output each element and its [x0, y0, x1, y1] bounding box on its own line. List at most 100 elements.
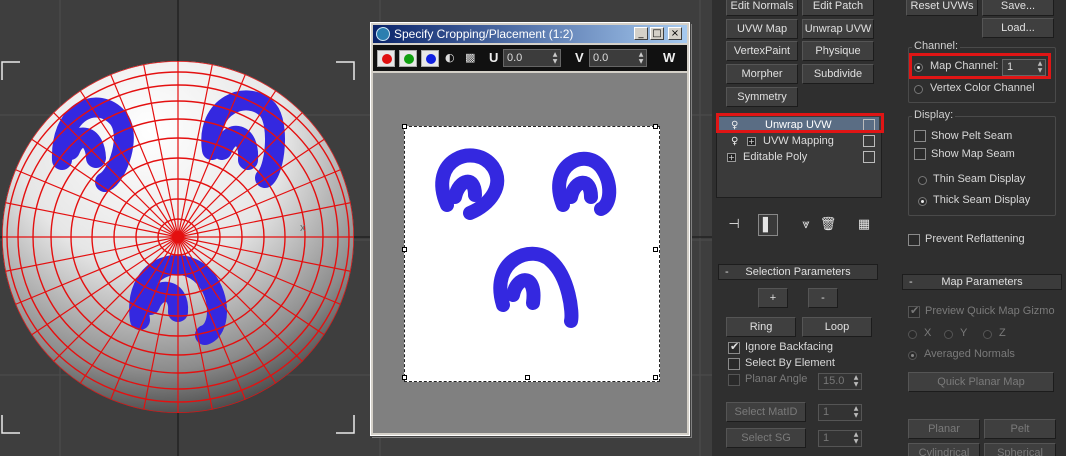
- modifier-button-physique[interactable]: Physique: [802, 41, 874, 61]
- u-spinner[interactable]: 0.0 ▲ ▼: [503, 49, 561, 67]
- quick-planar-map-button[interactable]: Quick Planar Map: [908, 372, 1054, 392]
- dialog-toolbar: ◐ ▩ U 0.0 ▲ ▼ V 0.0 ▲ ▼ W: [373, 45, 687, 71]
- v-spinner[interactable]: 0.0 ▲ ▼: [589, 49, 647, 67]
- crop-handle[interactable]: [402, 124, 407, 129]
- make-unique-icon[interactable]: ⩔: [796, 214, 816, 236]
- green-channel-button[interactable]: [399, 50, 417, 67]
- red-dot-icon: [382, 54, 392, 64]
- select-sg-button[interactable]: Select SG: [726, 428, 806, 448]
- lightbulb-icon[interactable]: ♀: [731, 118, 738, 134]
- crop-handle[interactable]: [653, 124, 658, 129]
- show-pelt-seam-checkbox[interactable]: [914, 130, 926, 142]
- texture-image[interactable]: [402, 124, 660, 382]
- axis-y-radio[interactable]: [944, 330, 953, 339]
- modifier-button-uvw-map[interactable]: UVW Map: [726, 19, 798, 39]
- minimize-button[interactable]: _: [634, 27, 648, 40]
- stack-item-label: UVW Mapping: [763, 135, 834, 147]
- spinner-arrows-icon[interactable]: ▲ ▼: [852, 405, 860, 419]
- ignore-backfacing-checkbox[interactable]: [728, 340, 740, 354]
- show-end-result-icon[interactable]: ▌: [758, 214, 778, 236]
- stack-item-uvw-mapping[interactable]: ♀ + UVW Mapping: [719, 133, 879, 149]
- configure-modifier-sets-icon[interactable]: ▦: [854, 214, 874, 236]
- expand-icon[interactable]: +: [747, 137, 756, 146]
- shrink-selection-button[interactable]: -: [808, 288, 838, 308]
- remove-modifier-icon[interactable]: 🗑: [818, 214, 838, 236]
- axis-z-radio[interactable]: [983, 330, 992, 339]
- thin-seam-radio[interactable]: [918, 176, 927, 185]
- blue-channel-button[interactable]: [421, 50, 439, 67]
- modifier-button-subdivide[interactable]: Subdivide: [802, 64, 874, 84]
- thick-seam-radio[interactable]: [918, 197, 927, 206]
- alpha-toggle-icon[interactable]: ▩: [465, 52, 475, 64]
- spinner-arrows-icon[interactable]: ▲ ▼: [852, 431, 860, 445]
- select-by-element-checkbox[interactable]: [728, 358, 740, 370]
- app-icon: [376, 27, 390, 41]
- map-channel-radio[interactable]: [914, 63, 923, 72]
- selection-parameters-rollout[interactable]: - Selection Parameters: [718, 264, 878, 280]
- preview-quick-map-gizmo-checkbox[interactable]: [908, 304, 920, 318]
- w-label: W: [663, 50, 676, 65]
- map-parameters-rollout[interactable]: - Map Parameters: [902, 274, 1062, 290]
- stack-item-checkbox[interactable]: [863, 119, 875, 131]
- planar-button[interactable]: Planar: [908, 419, 980, 439]
- stack-item-checkbox[interactable]: [863, 135, 875, 147]
- lightbulb-icon[interactable]: ♀: [731, 134, 738, 150]
- expand-icon[interactable]: +: [727, 153, 736, 162]
- modifier-button-vertexpaint[interactable]: VertexPaint: [726, 41, 798, 61]
- spinner-arrows-icon[interactable]: ▲ ▼: [551, 51, 559, 65]
- blue-dot-icon: [426, 54, 436, 64]
- stroke-1b: [448, 174, 482, 204]
- modifier-button-morpher[interactable]: Morpher: [726, 64, 798, 84]
- crop-handle[interactable]: [402, 375, 407, 380]
- spherical-button[interactable]: Spherical: [984, 443, 1056, 456]
- stack-item-editable-poly[interactable]: + Editable Poly: [719, 149, 879, 165]
- spinner-arrows-icon[interactable]: ▲ ▼: [1036, 60, 1044, 74]
- channel-group-label: Channel:: [912, 40, 961, 52]
- show-map-seam-checkbox[interactable]: [914, 148, 926, 160]
- vertex-color-channel-radio[interactable]: [914, 85, 923, 94]
- prevent-reflattening-checkbox[interactable]: [908, 234, 920, 246]
- select-matid-button[interactable]: Select MatID: [726, 402, 806, 422]
- pin-stack-icon[interactable]: ⊣: [724, 214, 744, 236]
- loop-button[interactable]: Loop: [802, 317, 872, 337]
- select-sg-spinner[interactable]: 1 ▲ ▼: [818, 430, 862, 447]
- map-channel-spinner[interactable]: 1 ▲ ▼: [1002, 59, 1046, 76]
- rollout-collapse-icon[interactable]: -: [725, 265, 729, 279]
- modifier-button-edit-patch[interactable]: Edit Patch: [802, 0, 874, 16]
- select-matid-spinner[interactable]: 1 ▲ ▼: [818, 404, 862, 421]
- crop-handle[interactable]: [653, 375, 658, 380]
- modifier-stack: ♀ Unwrap UVW ♀ + UVW Mapping + Editable …: [716, 114, 882, 198]
- averaged-normals-radio[interactable]: [908, 351, 917, 360]
- crop-handle[interactable]: [402, 247, 407, 252]
- modifier-button-edit-normals[interactable]: Edit Normals: [726, 0, 798, 16]
- ring-button[interactable]: Ring: [726, 317, 796, 337]
- stack-item-unwrap-uvw[interactable]: ♀ Unwrap UVW: [719, 117, 879, 133]
- planar-angle-checkbox[interactable]: [728, 374, 740, 386]
- mono-toggle-icon[interactable]: ◐: [445, 52, 455, 64]
- planar-angle-label: Planar Angle: [745, 373, 808, 385]
- grow-selection-button[interactable]: +: [758, 288, 788, 308]
- axis-x-radio[interactable]: [908, 330, 917, 339]
- crop-handle[interactable]: [653, 247, 658, 252]
- spinner-arrows-icon[interactable]: ▲ ▼: [852, 374, 860, 388]
- stack-item-checkbox[interactable]: [863, 151, 875, 163]
- axis-z-label: Z: [999, 327, 1006, 339]
- modifier-button-unwrap-uvw[interactable]: Unwrap UVW: [802, 19, 874, 39]
- reset-uvws-button[interactable]: Reset UVWs: [906, 0, 978, 16]
- show-pelt-seam-label: Show Pelt Seam: [931, 130, 1013, 142]
- save-button[interactable]: Save...: [982, 0, 1054, 16]
- preview-quick-map-gizmo-label: Preview Quick Map Gizmo: [925, 305, 1055, 317]
- select-by-element-label: Select By Element: [745, 357, 835, 369]
- planar-angle-spinner[interactable]: 15.0 ▲ ▼: [818, 373, 862, 390]
- pelt-button[interactable]: Pelt: [984, 419, 1056, 439]
- spinner-arrows-icon[interactable]: ▲ ▼: [637, 51, 645, 65]
- red-channel-button[interactable]: [377, 50, 395, 67]
- rollout-collapse-icon[interactable]: -: [909, 275, 913, 289]
- maximize-button[interactable]: □: [650, 27, 664, 40]
- close-button[interactable]: ×: [668, 27, 682, 40]
- crop-handle[interactable]: [525, 375, 530, 380]
- cylindrical-button[interactable]: Cylindrical: [908, 443, 980, 456]
- select-matid-value: 1: [823, 406, 830, 418]
- modifier-button-symmetry[interactable]: Symmetry: [726, 87, 798, 107]
- load-button[interactable]: Load...: [982, 18, 1054, 38]
